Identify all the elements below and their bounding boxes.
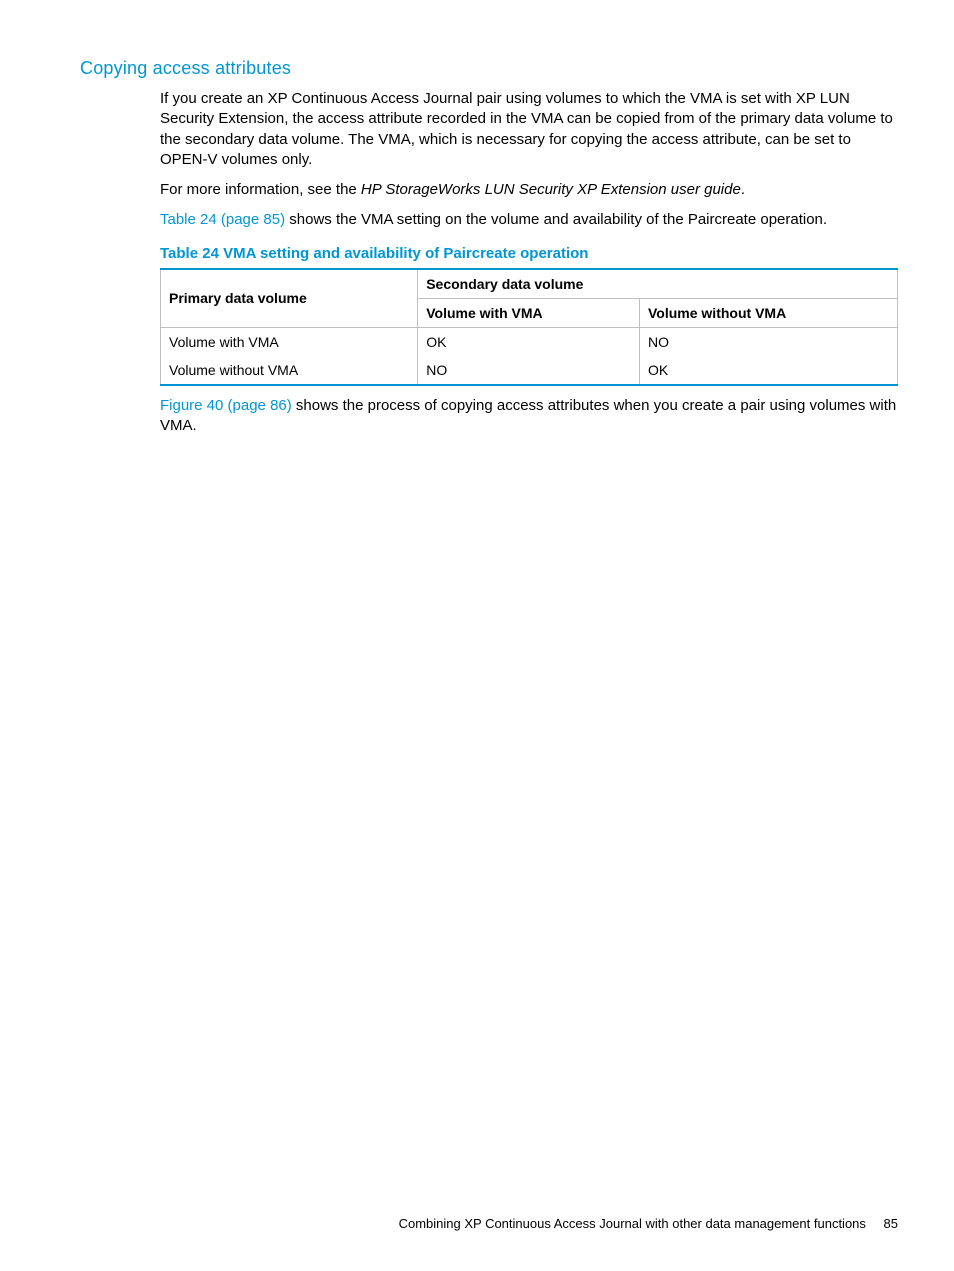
paragraph-more-info: For more information, see the HP Storage…: [160, 180, 898, 200]
figure-ref-link[interactable]: Figure 40 (page 86): [160, 397, 292, 414]
cell-value: OK: [640, 356, 898, 385]
doc-reference: HP StorageWorks LUN Security XP Extensio…: [361, 181, 741, 198]
vma-table: Primary data volume Secondary data volum…: [160, 268, 898, 386]
page: Copying access attributes If you create …: [0, 0, 954, 1271]
paragraph-figure-ref: Figure 40 (page 86) shows the process of…: [160, 396, 898, 437]
text: shows the VMA setting on the volume and …: [285, 211, 827, 228]
table-row: Volume without VMA NO OK: [161, 356, 898, 385]
cell-primary: Volume without VMA: [161, 356, 418, 385]
footer-text: Combining XP Continuous Access Journal w…: [399, 1216, 866, 1231]
paragraph-table-ref: Table 24 (page 85) shows the VMA setting…: [160, 210, 898, 230]
cell-value: OK: [418, 327, 640, 356]
page-number: 85: [884, 1216, 898, 1231]
table-header-row: Primary data volume Secondary data volum…: [161, 269, 898, 299]
text: For more information, see the: [160, 181, 361, 198]
body-block: If you create an XP Continuous Access Jo…: [160, 89, 898, 436]
cell-value: NO: [418, 356, 640, 385]
col-without-vma: Volume without VMA: [640, 298, 898, 327]
table-caption: Table 24 VMA setting and availability of…: [160, 245, 898, 262]
table-ref-link[interactable]: Table 24 (page 85): [160, 211, 285, 228]
cell-primary: Volume with VMA: [161, 327, 418, 356]
paragraph-intro: If you create an XP Continuous Access Jo…: [160, 89, 898, 170]
col-with-vma: Volume with VMA: [418, 298, 640, 327]
col-secondary: Secondary data volume: [418, 269, 898, 299]
text: .: [741, 181, 745, 198]
col-primary: Primary data volume: [161, 269, 418, 328]
section-heading: Copying access attributes: [80, 58, 898, 79]
table-row: Volume with VMA OK NO: [161, 327, 898, 356]
cell-value: NO: [640, 327, 898, 356]
page-footer: Combining XP Continuous Access Journal w…: [399, 1216, 898, 1231]
